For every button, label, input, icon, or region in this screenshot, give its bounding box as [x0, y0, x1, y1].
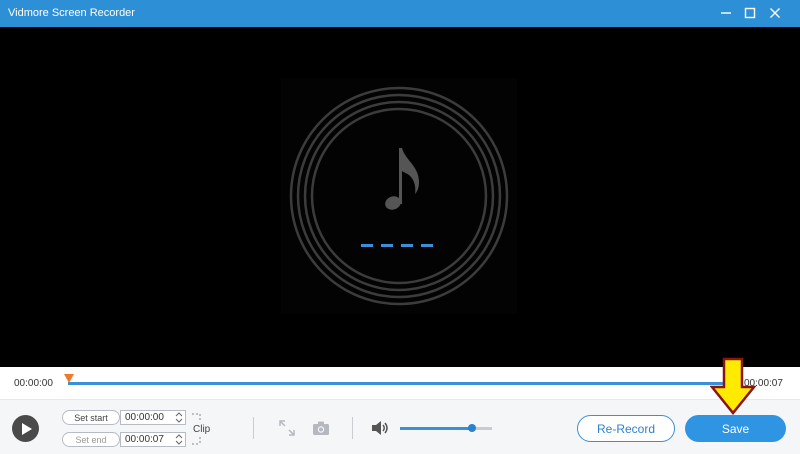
- progress-bar[interactable]: [68, 382, 734, 385]
- close-button[interactable]: [766, 4, 784, 22]
- music-note-icon: [385, 148, 419, 210]
- current-time: 00:00:00: [14, 378, 53, 389]
- start-time-input[interactable]: 00:00:00: [120, 410, 186, 425]
- divider: [253, 417, 254, 439]
- app-title: Vidmore Screen Recorder: [8, 7, 135, 19]
- volume-handle[interactable]: [467, 424, 476, 432]
- maximize-icon: [744, 7, 756, 19]
- end-time-input[interactable]: 00:00:07: [120, 432, 186, 447]
- play-button[interactable]: [12, 415, 39, 442]
- control-bar: Set start 00:00:00 Set end 00:00:07 Clip: [0, 399, 800, 454]
- stepper-icon[interactable]: [175, 412, 183, 423]
- camera-icon[interactable]: [312, 420, 330, 436]
- volume-fill: [400, 427, 472, 430]
- volume-icon[interactable]: [371, 420, 389, 436]
- divider: [352, 417, 353, 439]
- clip-button[interactable]: Clip: [193, 424, 210, 435]
- save-button[interactable]: Save: [685, 415, 786, 442]
- audio-artwork: [281, 78, 517, 314]
- end-time-value: 00:00:07: [125, 434, 164, 445]
- minimize-button[interactable]: [717, 4, 735, 22]
- rerecord-button[interactable]: Re-Record: [577, 415, 675, 442]
- maximize-button[interactable]: [741, 4, 759, 22]
- expand-icon[interactable]: [279, 420, 295, 436]
- preview-player[interactable]: [0, 27, 800, 367]
- stepper-icon[interactable]: [175, 434, 183, 445]
- set-start-button[interactable]: Set start: [62, 410, 120, 425]
- close-icon: [770, 8, 780, 18]
- title-bar: Vidmore Screen Recorder: [0, 0, 800, 27]
- start-time-value: 00:00:00: [125, 412, 164, 423]
- level-dashes: [361, 244, 433, 247]
- play-icon: [21, 422, 32, 435]
- minimize-icon: [721, 12, 731, 14]
- volume-slider[interactable]: [400, 424, 492, 432]
- playhead-marker-icon[interactable]: [64, 374, 74, 383]
- annotation-arrow-icon: [710, 357, 756, 415]
- audio-disc-icon: [289, 86, 509, 306]
- timeline: 00:00:00 00:00:07: [0, 367, 800, 399]
- set-end-button[interactable]: Set end: [62, 432, 120, 447]
